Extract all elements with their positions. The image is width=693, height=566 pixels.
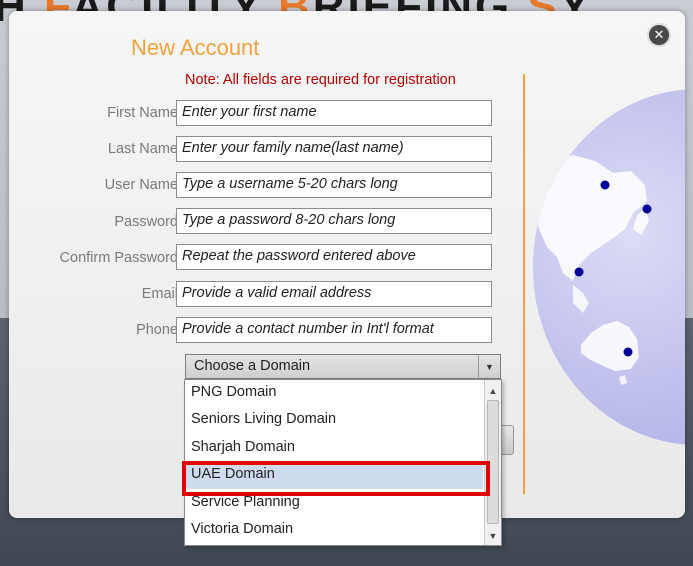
chevron-down-icon[interactable]: ▼ (478, 355, 500, 378)
modal-title: New Account (131, 35, 260, 60)
dropdown-option-sharjah[interactable]: Sharjah Domain (186, 435, 483, 462)
scroll-down-icon[interactable]: ▼ (485, 527, 501, 544)
label-phone: Phone (136, 322, 178, 338)
label-last-name: Last Name (107, 141, 178, 157)
dropdown-option-victoria[interactable]: Victoria Domain (186, 517, 483, 544)
required-fields-note: Note: All fields are required for regist… (185, 72, 456, 88)
first-name-input[interactable]: Enter your first name (176, 100, 492, 126)
domain-select[interactable]: Choose a Domain ▼ (185, 354, 501, 379)
globe-illustration (533, 89, 685, 445)
domain-select-value: Choose a Domain (194, 358, 311, 374)
last-name-input[interactable]: Enter your family name(last name) (176, 136, 492, 162)
label-first-name: First Name (107, 105, 178, 121)
label-email: Email (141, 286, 178, 302)
dropdown-option-seniors-living[interactable]: Seniors Living Domain (186, 407, 483, 434)
email-input[interactable]: Provide a valid email address (176, 281, 492, 307)
phone-input[interactable]: Provide a contact number in Int'l format (176, 317, 492, 343)
scroll-up-icon[interactable]: ▲ (485, 382, 501, 399)
close-icon[interactable]: ✕ (649, 25, 669, 45)
label-password: Password (114, 214, 178, 230)
dropdown-option-png[interactable]: PNG Domain (186, 380, 483, 407)
divider (523, 74, 525, 494)
selection-highlight-box (182, 461, 490, 496)
label-user-name: User Name (104, 177, 178, 193)
label-confirm-password: Confirm Password (59, 250, 178, 266)
password-input[interactable]: Type a password 8-20 chars long (176, 208, 492, 234)
username-input[interactable]: Type a username 5-20 chars long (176, 172, 492, 198)
confirm-password-input[interactable]: Repeat the password entered above (176, 244, 492, 270)
